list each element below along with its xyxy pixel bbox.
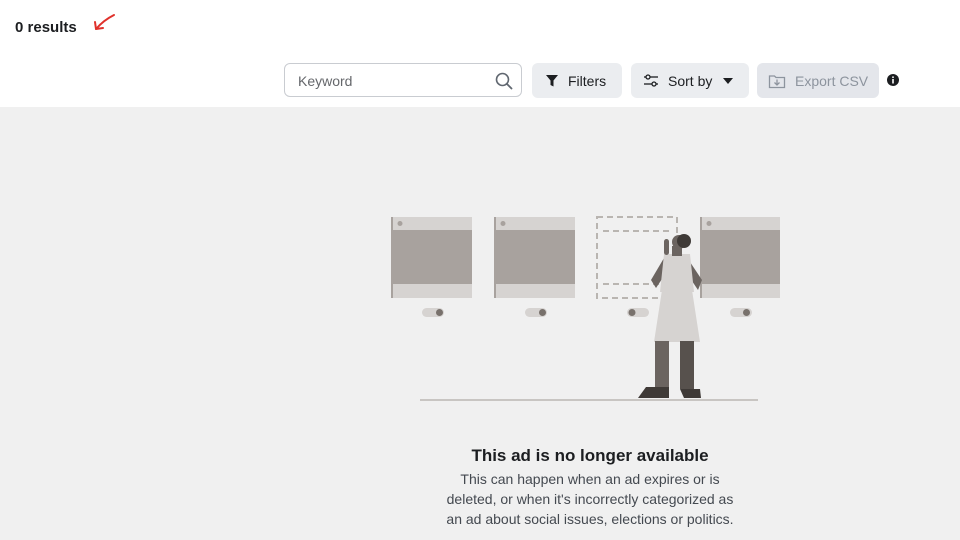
info-icon[interactable] bbox=[887, 74, 899, 86]
person-illustration bbox=[638, 234, 702, 398]
sliders-icon bbox=[643, 73, 659, 88]
toolbar: 0 results Filters Sort by bbox=[0, 0, 960, 107]
red-arrow-icon bbox=[94, 14, 115, 30]
sort-label: Sort by bbox=[668, 72, 713, 89]
ad-card-illustration bbox=[700, 217, 780, 317]
export-csv-button[interactable]: Export CSV bbox=[757, 63, 879, 98]
filters-label: Filters bbox=[568, 72, 607, 89]
search-field[interactable] bbox=[284, 63, 522, 98]
search-icon[interactable] bbox=[495, 72, 513, 90]
empty-state-illustration bbox=[391, 216, 780, 401]
filters-button[interactable]: Filters bbox=[532, 63, 622, 98]
sort-button[interactable]: Sort by bbox=[631, 63, 749, 98]
export-csv-label: Export CSV bbox=[795, 72, 869, 89]
ad-card-illustration bbox=[494, 217, 575, 317]
empty-state-title: This ad is no longer available bbox=[471, 446, 709, 465]
download-icon bbox=[768, 73, 786, 89]
search-input[interactable] bbox=[296, 64, 490, 98]
results-count: 0 results bbox=[15, 19, 77, 36]
ad-card-illustration bbox=[391, 217, 472, 317]
filter-icon bbox=[545, 74, 559, 88]
caret-down-icon bbox=[722, 77, 734, 85]
empty-state-description: This can happen when an ad expires or is… bbox=[446, 471, 734, 527]
